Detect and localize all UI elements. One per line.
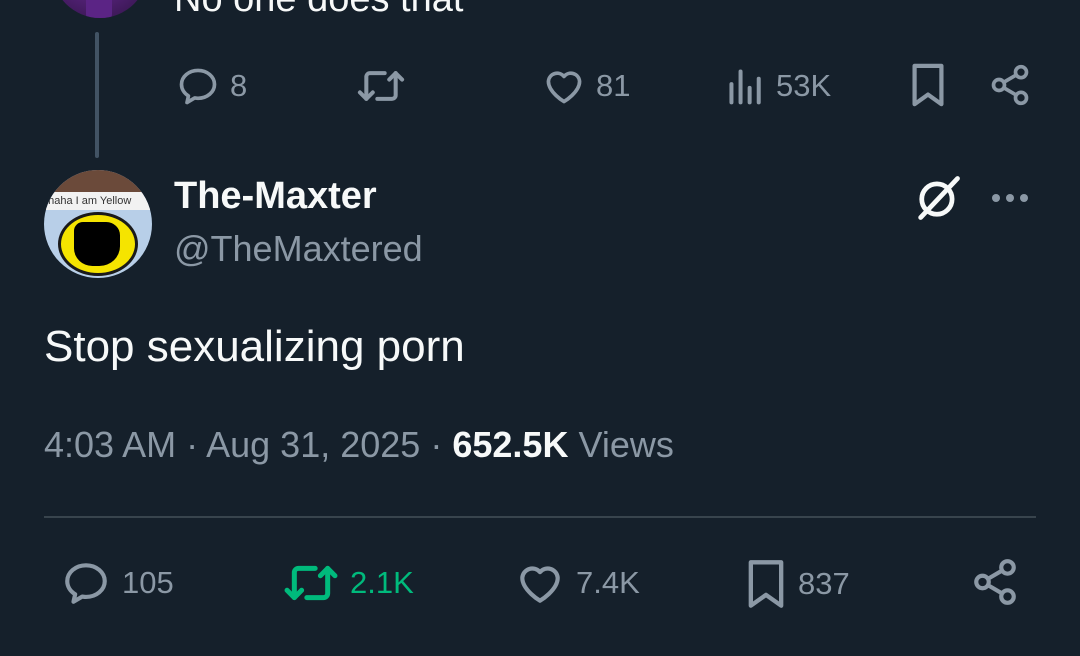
like-button[interactable]: 7.4K [514, 558, 640, 608]
previous-like-count: 81 [596, 68, 631, 103]
meta-separator: · [430, 424, 443, 465]
previous-like-button[interactable]: 81 [542, 64, 630, 108]
previous-reply-count: 8 [230, 68, 248, 103]
heart-icon [546, 71, 582, 104]
meta-separator: · [186, 424, 199, 465]
reply-button[interactable]: 105 [60, 558, 174, 608]
views-icon [729, 69, 761, 105]
author-display-name[interactable]: The-Maxter [174, 175, 377, 218]
bookmark-icon [912, 63, 944, 107]
grok-icon[interactable] [912, 172, 964, 229]
author-avatar[interactable]: ahaha I am Yellow [44, 170, 152, 278]
divider [44, 516, 1036, 518]
bookmark-icon [748, 560, 784, 608]
repost-icon [284, 565, 338, 601]
bookmark-button[interactable]: 837 [744, 558, 850, 610]
tweet-views-count[interactable]: 652.5K [452, 424, 568, 465]
previous-bookmark-button[interactable] [908, 62, 948, 108]
author-handle[interactable]: @TheMaxtered [174, 228, 423, 270]
heart-icon [520, 566, 560, 603]
share-icon [991, 64, 1029, 106]
more-icon[interactable] [988, 188, 1032, 213]
previous-views-count: 53K [776, 68, 832, 103]
tweet-date[interactable]: Aug 31, 2025 [206, 424, 420, 465]
previous-repost-button[interactable] [356, 64, 406, 108]
like-count: 7.4K [576, 565, 640, 600]
previous-tweet-avatar[interactable] [52, 0, 148, 18]
previous-views-button[interactable]: 53K [726, 64, 831, 108]
previous-reply-button[interactable]: 8 [176, 64, 247, 108]
repost-icon [357, 71, 405, 101]
tweet-views-label: Views [578, 424, 674, 465]
avatar-background-top [44, 170, 152, 194]
tweet-meta: 4:03 AM · Aug 31, 2025 · 652.5K Views [44, 424, 674, 466]
share-icon [974, 559, 1016, 605]
previous-tweet-text: No one does that [174, 0, 463, 21]
avatar-caption-text: ahaha I am Yellow [44, 192, 152, 210]
share-button[interactable] [970, 556, 1020, 608]
tweet-text: Stop sexualizing porn [44, 322, 465, 371]
reply-count: 105 [122, 565, 174, 600]
tweet-time[interactable]: 4:03 AM [44, 424, 176, 465]
repost-button[interactable]: 2.1K [282, 558, 414, 608]
thread-connector-line [95, 32, 99, 158]
repost-count: 2.1K [350, 565, 414, 600]
avatar-mouth [74, 222, 120, 266]
bookmark-count: 837 [798, 566, 850, 601]
previous-share-button[interactable] [988, 62, 1032, 108]
reply-icon [65, 563, 107, 604]
reply-icon [179, 68, 217, 105]
